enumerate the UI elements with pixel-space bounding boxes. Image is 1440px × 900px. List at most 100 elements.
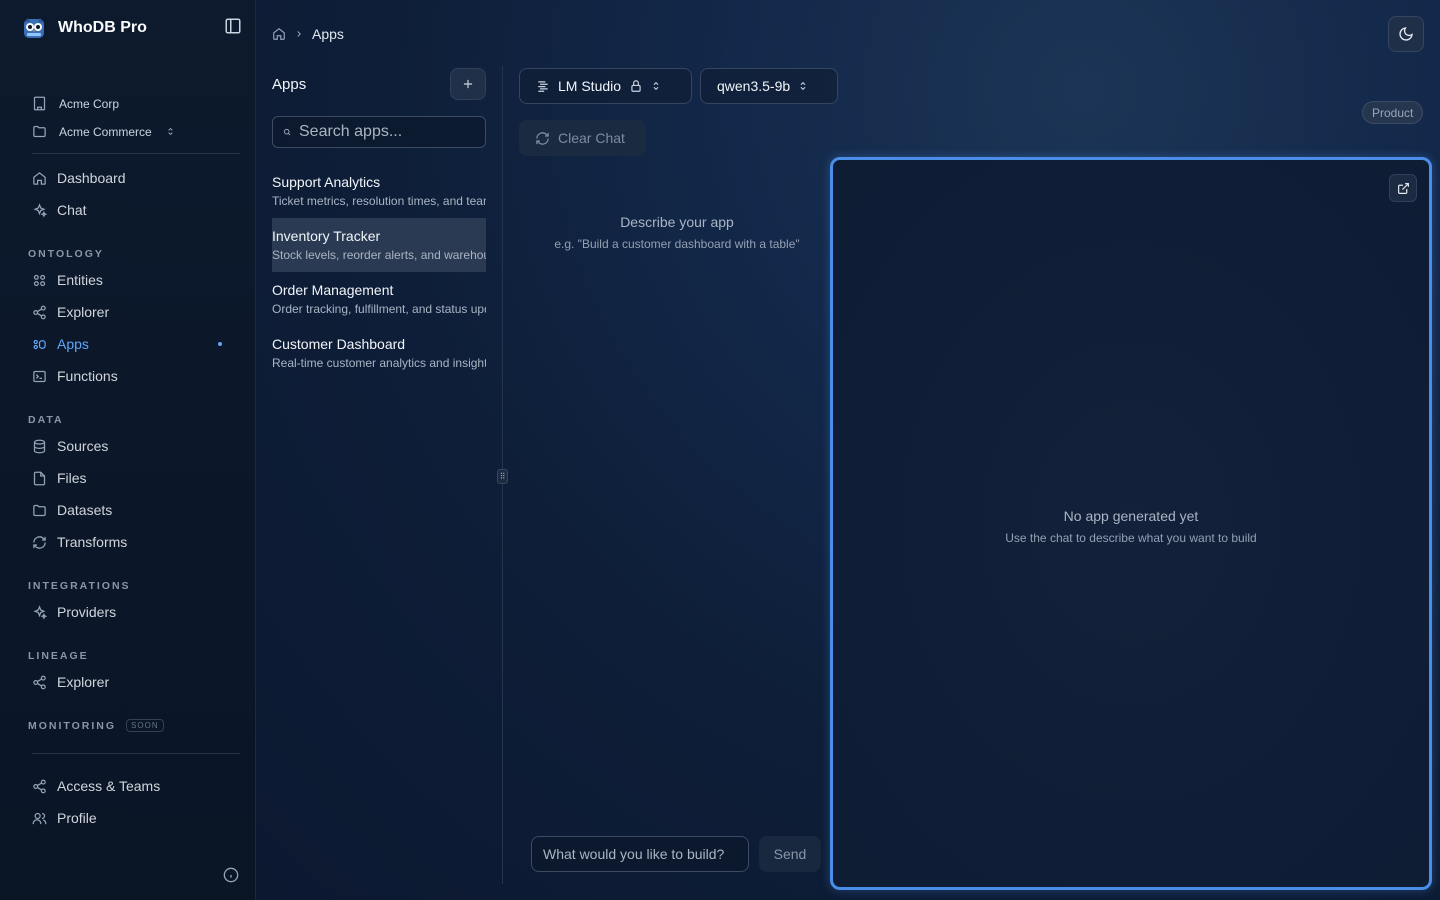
refresh-icon <box>536 131 549 145</box>
search-icon <box>283 128 291 136</box>
model-name: qwen3.5-9b <box>717 78 791 94</box>
sidebar-item-dashboard[interactable]: Dashboard <box>32 164 232 192</box>
sidebar-item-label: Sources <box>57 438 109 454</box>
chat-empty-hint: e.g. "Build a customer dashboard with a … <box>554 237 800 251</box>
app-list-item[interactable]: Support Analytics Ticket metrics, resolu… <box>272 164 486 218</box>
sidebar-item-explorer[interactable]: Explorer <box>32 298 232 326</box>
sidebar-item-providers[interactable]: Providers <box>32 598 232 626</box>
section-data: DATA <box>28 414 64 426</box>
search-apps-input[interactable] <box>299 123 479 141</box>
chevron-right-icon <box>297 31 301 37</box>
model-select[interactable]: qwen3.5-9b <box>700 68 838 104</box>
open-external-button[interactable] <box>1389 174 1417 202</box>
sidebar-item-apps[interactable]: Apps <box>32 330 232 358</box>
apps-icon <box>33 339 46 349</box>
org-company[interactable]: Acme Corp <box>32 96 119 111</box>
sparkles-icon <box>33 202 47 218</box>
app-list-item[interactable]: Inventory Tracker Stock levels, reorder … <box>272 218 486 272</box>
chat-empty-title: Describe your app <box>620 214 734 230</box>
lm-studio-icon <box>538 81 548 92</box>
folder-icon <box>33 125 46 138</box>
sidebar-item-lineage-explorer[interactable]: Explorer <box>32 668 232 696</box>
brand[interactable]: WhoDB Pro <box>22 16 147 40</box>
sidebar-item-functions[interactable]: Functions <box>32 362 232 390</box>
owl-logo-icon <box>24 18 44 38</box>
add-app-button[interactable] <box>450 68 486 100</box>
preview-empty-hint: Use the chat to describe what you want t… <box>1005 531 1257 545</box>
theme-toggle-button[interactable] <box>1388 16 1424 52</box>
sidebar-item-transforms[interactable]: Transforms <box>32 528 232 556</box>
preview-empty-title: No app generated yet <box>1063 508 1199 524</box>
company-name: Acme Corp <box>59 96 120 111</box>
share-icon <box>33 675 46 689</box>
active-indicator-dot <box>218 342 222 346</box>
section-lineage: LINEAGE <box>28 650 89 662</box>
sidebar-item-label: Access & Teams <box>57 778 161 794</box>
sidebar-item-datasets[interactable]: Datasets <box>32 496 232 524</box>
main-content: Apps Apps Support Analytics Ticket metri… <box>256 0 1440 900</box>
chevron-up-down-icon <box>800 81 806 91</box>
home-icon[interactable] <box>272 27 286 41</box>
sidebar-item-label: Explorer <box>57 304 110 320</box>
sidebar-item-access-teams[interactable]: Access & Teams <box>32 772 232 800</box>
breadcrumb-current: Apps <box>312 26 344 42</box>
database-icon <box>33 439 46 453</box>
provider-select[interactable]: LM Studio <box>519 68 692 104</box>
chevron-up-down-icon <box>653 81 659 91</box>
sidebar-toggle-icon[interactable] <box>224 17 242 35</box>
section-integrations: INTEGRATIONS <box>28 580 131 592</box>
search-apps-field[interactable] <box>272 116 486 148</box>
app-preview-panel: No app generated yet Use the chat to des… <box>830 157 1432 890</box>
share-icon <box>33 305 46 319</box>
moon-icon <box>1399 27 1413 41</box>
app-name: Customer Dashboard <box>272 336 406 352</box>
sidebar-item-chat[interactable]: Chat <box>32 196 232 224</box>
app-description: Real-time customer analytics and insight… <box>272 356 486 370</box>
sidebar-item-label: Datasets <box>57 502 113 518</box>
section-label: LINEAGE <box>28 650 89 662</box>
sidebar-item-sources[interactable]: Sources <box>32 432 232 460</box>
clear-chat-button[interactable]: Clear Chat <box>519 120 646 156</box>
terminal-icon <box>33 370 46 382</box>
building-icon <box>33 96 46 111</box>
section-monitoring: MONITORING SOON <box>28 719 164 732</box>
product-badge: Product <box>1362 101 1424 124</box>
workspace-name: Acme Commerce <box>59 124 152 139</box>
sidebar-item-label: Providers <box>57 604 117 620</box>
app-description: Order tracking, fulfillment, and status … <box>272 302 486 316</box>
app-description: Ticket metrics, resolution times, and te… <box>272 194 486 208</box>
app-list-item[interactable]: Customer Dashboard Real-time customer an… <box>272 326 486 380</box>
clear-chat-label: Clear Chat <box>558 130 625 146</box>
sidebar-item-label: Entities <box>57 272 103 288</box>
apps-panel-title: Apps <box>272 76 307 93</box>
refresh-icon <box>33 535 46 549</box>
grid-icon <box>33 274 46 286</box>
plus-icon <box>463 79 473 89</box>
folder-icon <box>33 504 46 516</box>
app-description: Stock levels, reorder alerts, and wareho… <box>272 248 486 262</box>
provider-name: LM Studio <box>558 78 622 94</box>
breadcrumb: Apps <box>272 24 344 44</box>
section-ontology: ONTOLOGY <box>28 248 104 260</box>
sidebar-item-label: Files <box>57 470 87 486</box>
chat-input[interactable] <box>531 836 749 872</box>
sidebar-item-label: Explorer <box>57 674 110 690</box>
app-list-item[interactable]: Order Management Order tracking, fulfill… <box>272 272 486 326</box>
sidebar-divider <box>32 753 240 754</box>
workspace-selector[interactable]: Acme Commerce <box>32 124 175 139</box>
resize-handle[interactable]: ⠿ <box>497 469 508 484</box>
sidebar-item-label: Transforms <box>57 534 128 550</box>
info-icon[interactable] <box>223 867 239 883</box>
users-icon <box>32 812 47 824</box>
sidebar-item-entities[interactable]: Entities <box>32 266 232 294</box>
soon-badge: SOON <box>126 719 164 732</box>
send-button[interactable]: Send <box>759 836 821 872</box>
app-name: Support Analytics <box>272 174 381 190</box>
sidebar: WhoDB Pro Acme Corp Acme Commerce Dashbo… <box>0 0 256 900</box>
file-icon <box>33 471 46 485</box>
section-label: ONTOLOGY <box>28 248 104 260</box>
sidebar-item-profile[interactable]: Profile <box>32 804 232 832</box>
sidebar-divider <box>32 153 240 154</box>
sidebar-item-files[interactable]: Files <box>32 464 232 492</box>
lock-icon <box>631 80 641 92</box>
